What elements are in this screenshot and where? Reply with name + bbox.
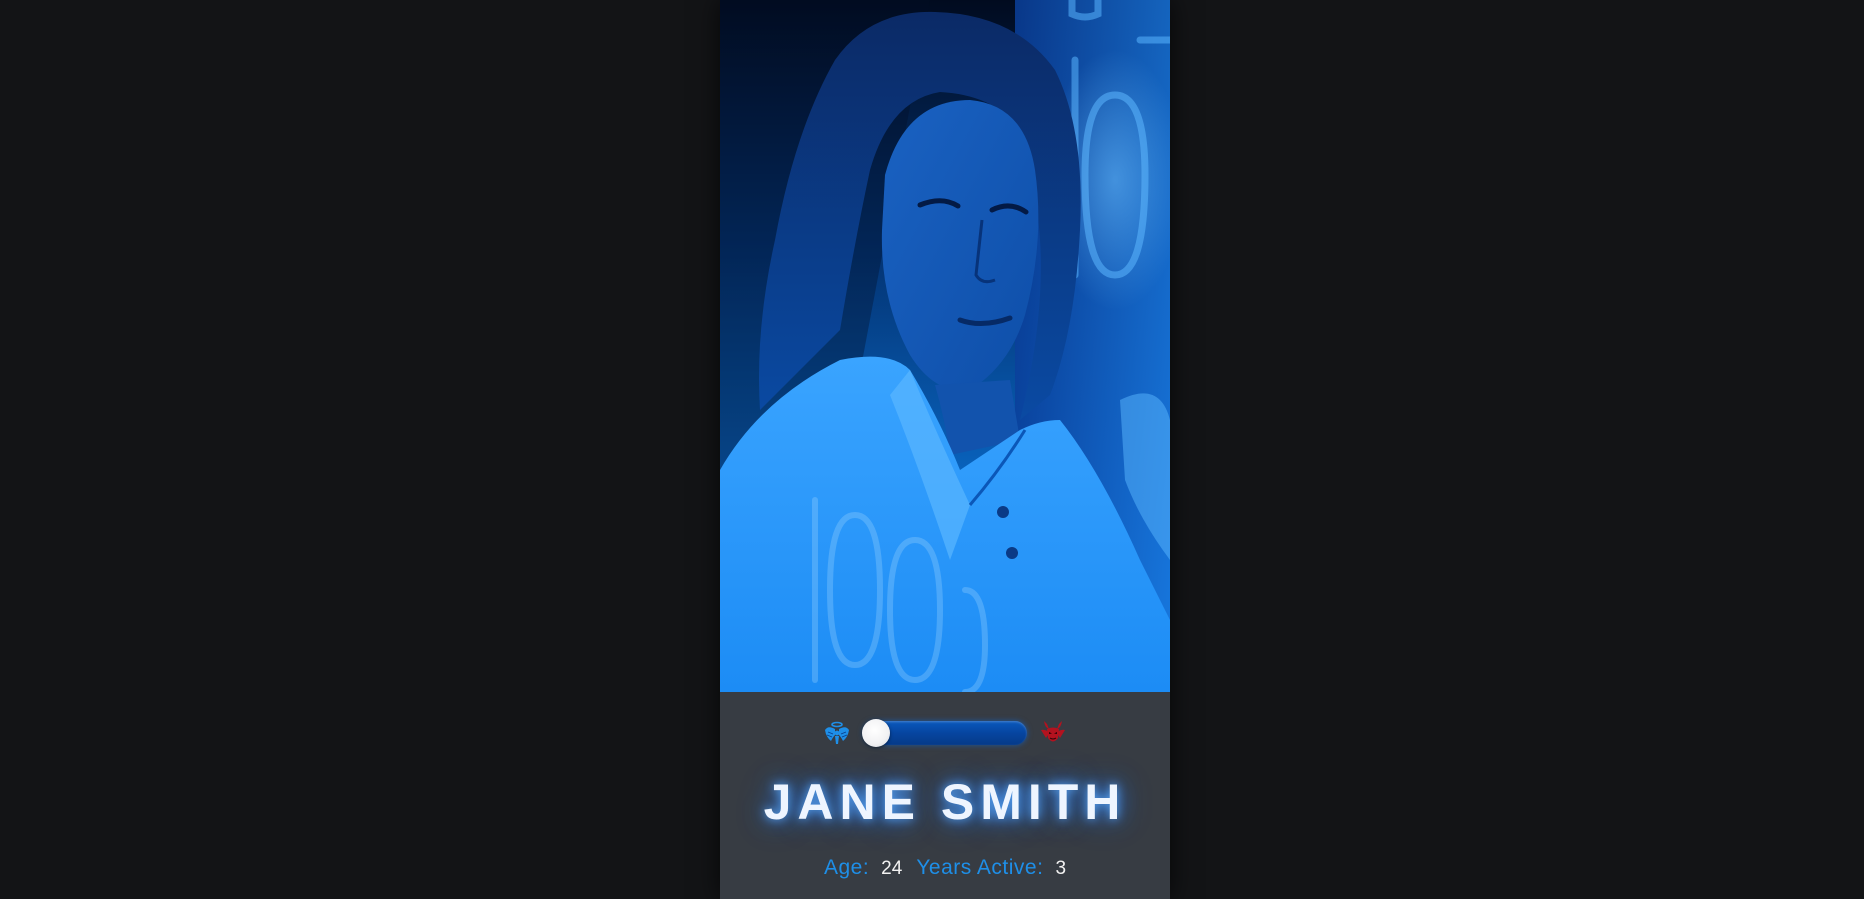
angel-icon [825,721,849,744]
alignment-slider-track[interactable] [862,719,1027,747]
alignment-slider-row [720,716,1170,750]
profile-card: JANE SMITH Age: 24 Years Active: 3 [720,0,1170,899]
age-label: Age: [823,856,870,879]
alignment-slider-thumb[interactable] [862,719,891,747]
years-active-label: Years Active: [916,856,1044,879]
profile-stats: Age: 24 Years Active: 3 [720,855,1170,882]
age-value: 24 [881,858,903,879]
next-stats-row-cropped [766,891,826,899]
profile-photo [720,0,1170,692]
demon-icon [1041,721,1065,742]
portrait-image [720,0,1170,692]
years-active-value: 3 [1055,858,1067,879]
page: JANE SMITH Age: 24 Years Active: 3 [0,0,1864,899]
profile-name: JANE SMITH [763,774,1127,830]
